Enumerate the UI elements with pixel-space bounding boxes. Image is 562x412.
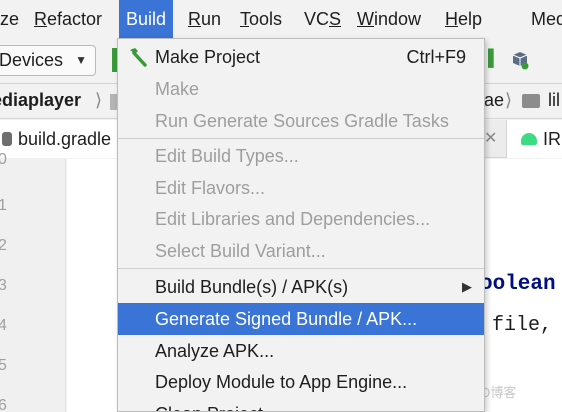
menu-window[interactable]: Window: [350, 0, 428, 38]
menu-window-rest: indow: [374, 9, 422, 29]
menu-item-make[interactable]: Make: [118, 73, 484, 105]
line-number: 4: [0, 317, 7, 334]
breadcrumb-project[interactable]: ediaplayer: [0, 90, 81, 111]
app-title-fragment: Med: [531, 9, 562, 29]
menu-item-build-bundles[interactable]: Build Bundle(s) / APK(s) ▶: [118, 271, 484, 303]
menu-item-select-build-variant[interactable]: Select Build Variant...: [118, 235, 484, 267]
code-text: file,: [492, 314, 553, 337]
hammer-icon: [130, 48, 147, 67]
line-number: 0: [0, 151, 7, 168]
code-keyword: oolean: [480, 273, 556, 296]
folder-icon: [522, 94, 540, 108]
menu-item-run-generate-sources[interactable]: Run Generate Sources Gradle Tasks: [118, 105, 484, 137]
devices-label: Devices: [0, 50, 64, 70]
tab-second[interactable]: IR: [506, 120, 562, 158]
menu-item-analyze-apk[interactable]: Analyze APK...: [118, 335, 484, 367]
menu-refactor-rest: efactor: [47, 9, 103, 29]
android-icon: [521, 133, 537, 145]
line-number: 5: [0, 357, 7, 374]
menu-separator: [118, 138, 484, 139]
menu-bar: ze Refactor Build Run Tools VCS Window H…: [0, 0, 562, 38]
menu-item-deploy-module[interactable]: Deploy Module to App Engine...: [118, 366, 484, 398]
submenu-arrow-icon: ▶: [462, 279, 472, 294]
menu-item-edit-build-types[interactable]: Edit Build Types...: [118, 140, 484, 172]
close-icon[interactable]: ✕: [484, 120, 498, 158]
line-number: 2: [0, 237, 7, 254]
menu-item-label: Make Project: [155, 47, 261, 67]
line-number: 1: [0, 197, 7, 214]
line-number: 6: [0, 397, 7, 412]
device-manager-icon[interactable]: ▌: [488, 50, 500, 68]
menu-analyze[interactable]: ze: [0, 0, 26, 38]
devices-dropdown[interactable]: Devices ▼: [0, 45, 96, 76]
chevron-down-icon: ▼: [75, 53, 87, 67]
breadcrumb-lib[interactable]: lil: [548, 90, 560, 111]
menu-item-clean-project[interactable]: Clean Project: [118, 398, 484, 411]
menu-item-label: Build Bundle(s) / APK(s): [155, 277, 349, 297]
shortcut-label: Ctrl+F9: [406, 47, 466, 67]
menu-refactor[interactable]: Refactor: [27, 0, 109, 38]
tab-build-gradle[interactable]: build.gradle: [0, 120, 122, 158]
menu-help[interactable]: Help: [438, 0, 489, 38]
sdk-manager-icon[interactable]: [510, 50, 530, 70]
menu-item-edit-libraries[interactable]: Edit Libraries and Dependencies...: [118, 203, 484, 235]
menu-tools-rest: ools: [249, 9, 283, 29]
tab-build-gradle-label: build.gradle: [18, 129, 112, 149]
menu-run[interactable]: Run: [181, 0, 228, 38]
build-menu-dropdown: Make Project Ctrl+F9 Make Run Generate S…: [117, 38, 485, 412]
line-number: 3: [0, 277, 7, 294]
menu-help-rest: elp: [458, 9, 483, 29]
breadcrumb-chevron-icon: ⟩: [505, 90, 513, 110]
menu-separator: [118, 268, 484, 269]
menu-build[interactable]: Build: [119, 0, 174, 38]
gradle-file-icon: [2, 132, 12, 146]
breadcrumb-package[interactable]: ae: [484, 90, 504, 111]
line-number-gutter: 0 1 2 3 4 5 6: [0, 151, 66, 412]
menu-vcs[interactable]: VCS: [297, 0, 348, 38]
tab-second-label: IR: [543, 129, 561, 149]
menu-item-edit-flavors[interactable]: Edit Flavors...: [118, 172, 484, 204]
menu-item-generate-signed-bundle[interactable]: Generate Signed Bundle / APK...: [118, 303, 484, 335]
menu-run-rest: un: [201, 9, 222, 29]
menu-item-make-project[interactable]: Make Project Ctrl+F9: [118, 41, 484, 73]
breadcrumb-chevron-icon: ⟩: [95, 90, 103, 110]
menu-tools[interactable]: Tools: [233, 0, 289, 38]
